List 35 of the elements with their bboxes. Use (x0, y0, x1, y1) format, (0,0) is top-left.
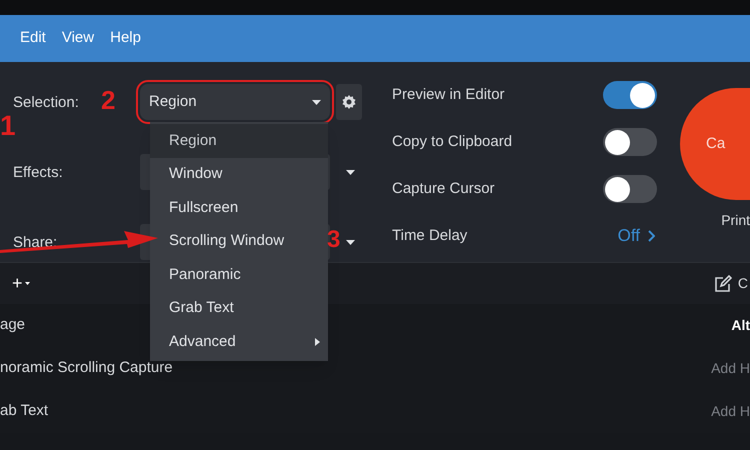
setting-label: Effects: (13, 164, 63, 180)
option-label: Capture Cursor (392, 178, 495, 199)
menu-item[interactable]: Window (150, 158, 328, 191)
annotation-number: 3 (327, 228, 340, 252)
time-delay-link[interactable]: Off (618, 223, 655, 249)
caret-icon (312, 100, 321, 104)
menu-item[interactable]: Fullscreen (150, 191, 328, 224)
settings-icon (341, 94, 357, 110)
edit-icon[interactable] (714, 274, 732, 292)
chevron-right-icon (648, 230, 655, 242)
settings-button[interactable] (336, 84, 362, 120)
toggle-switch[interactable] (603, 81, 657, 109)
add-button[interactable]: + (12, 270, 30, 297)
menu-item[interactable]: Scrolling Window (150, 224, 328, 258)
menu-item[interactable]: Region (150, 124, 328, 158)
menu-item[interactable]: Panoramic (150, 258, 328, 292)
menu-item[interactable]: Help (108, 27, 143, 50)
toolbar-label[interactable]: C (738, 273, 748, 294)
toggle-switch[interactable] (603, 128, 657, 156)
setting-label: Selection: (13, 94, 79, 110)
capture-caption: Print (721, 211, 750, 230)
option-label: Copy to Clipboard (392, 132, 512, 152)
annotation-number: 2 (101, 84, 116, 117)
setting-label: Share: (13, 234, 58, 250)
caret-icon (346, 170, 355, 174)
dropdown[interactable]: Region (140, 84, 330, 120)
option-label: Time Delay (392, 226, 468, 246)
toggle-switch[interactable] (603, 175, 657, 203)
caret-icon (346, 240, 355, 244)
caret-icon (24, 282, 30, 285)
menu-item[interactable]: Edit (18, 27, 48, 50)
option-label: Preview in Editor (392, 84, 505, 105)
submenu-arrow-icon (315, 338, 320, 346)
annotation-number: 1 (0, 112, 16, 140)
menu-item[interactable]: View (60, 27, 96, 50)
